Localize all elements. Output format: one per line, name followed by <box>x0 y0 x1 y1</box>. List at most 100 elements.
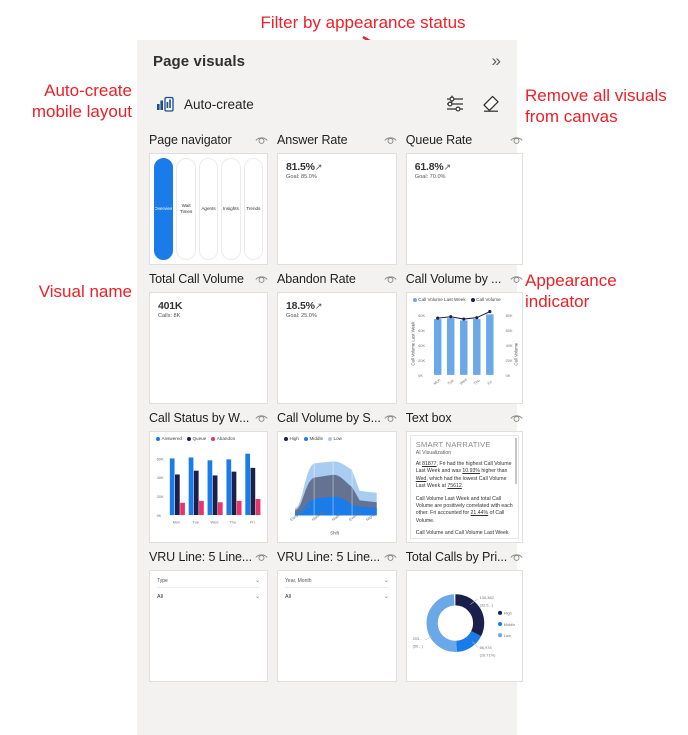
chevron-down-icon[interactable]: ⌄ <box>255 593 260 600</box>
visual-title: VRU Line: 5 Line... <box>149 550 253 564</box>
svg-text:Fri: Fri <box>486 379 493 386</box>
visual-title: Text box <box>405 411 452 425</box>
eraser-icon[interactable] <box>479 93 501 115</box>
chevron-down-icon[interactable]: ⌄ <box>384 577 389 584</box>
visual-card-page-navigator[interactable]: Page navigator Overview Wait Times Agent… <box>149 130 269 265</box>
visual-card-total-calls-by-priority[interactable]: Total Calls by Pri... 130,382 (32.5...) <box>405 547 524 682</box>
visual-card-total-call-volume[interactable]: Total Call Volume 401K Calls: 8K <box>149 269 269 404</box>
slicer-control[interactable]: Type ⌄ All ⌄ <box>150 571 267 606</box>
toolbar-right-group <box>444 93 501 115</box>
eye-visible-icon[interactable] <box>255 553 268 562</box>
combo-chart: Call Volume Last Week Call Volume 0K 20K… <box>410 310 518 386</box>
svg-text:40K: 40K <box>505 343 512 348</box>
eye-visible-icon[interactable] <box>255 414 268 423</box>
visual-card-call-status-by-weekday[interactable]: Call Status by W... Answered Queue Aband… <box>149 408 269 543</box>
eye-visible-icon[interactable] <box>510 275 523 284</box>
card-header: Call Volume by S... <box>277 408 397 428</box>
visual-card-queue-rate[interactable]: Queue Rate 61.8%↗ Goal: 70.0% <box>405 130 524 265</box>
svg-text:Low: Low <box>504 633 511 638</box>
svg-text:130,382: 130,382 <box>479 595 493 600</box>
visual-card-text-box[interactable]: Text box SMART NARRATIVE AI Visualizatio… <box>405 408 524 543</box>
visual-preview: 130,382 (32.5...) 66,978 (16.71%) 203...… <box>405 570 524 682</box>
visual-preview: 61.8%↗ Goal: 70.0% <box>405 153 524 265</box>
eye-visible-icon[interactable] <box>384 414 397 423</box>
narrative-paragraph-3: Call Volume and Call Volume Last Week <box>415 530 509 537</box>
visual-card-vru-slicer-type[interactable]: VRU Line: 5 Line... Type ⌄ All ⌄ <box>149 547 269 682</box>
mobile-chart-icon <box>157 96 174 112</box>
svg-text:Middle: Middle <box>504 622 515 627</box>
visual-preview: 401K Calls: 8K <box>149 292 269 404</box>
card-header: Call Volume by ... <box>406 269 523 289</box>
svg-text:Call Volume Last Week: Call Volume Last Week <box>410 321 415 366</box>
nav-tab-trends[interactable]: Trends <box>243 158 264 260</box>
nav-tab-wait-times[interactable]: Wait Times <box>176 158 196 260</box>
visual-preview: Overview Wait Times Agents Insights Tren… <box>149 153 269 265</box>
narrative-paragraph-2: Call Volume Last Week and total Call Vol… <box>415 495 513 524</box>
card-header: Answer Rate <box>277 130 397 150</box>
pane-header: Page visuals » <box>137 40 517 82</box>
auto-create-label: Auto-create <box>184 96 254 112</box>
chevron-down-icon[interactable]: ⌄ <box>255 577 260 584</box>
svg-text:0K: 0K <box>157 513 162 518</box>
smart-narrative-panel: SMART NARRATIVE AI Visualization At 8187… <box>409 435 520 539</box>
page-visuals-pane: Page visuals » Auto-create Page navigato… <box>137 40 524 735</box>
visual-card-answer-rate[interactable]: Answer Rate 81.5%↗ Goal: 85.0% <box>277 130 397 265</box>
svg-text:20K: 20K <box>418 358 425 363</box>
eye-visible-icon[interactable] <box>255 275 268 284</box>
visual-card-call-volume-by-day[interactable]: Call Volume by ... Call Volume Last Week… <box>405 269 524 404</box>
chevron-down-icon[interactable]: ⌄ <box>384 593 389 600</box>
eye-visible-icon[interactable] <box>510 553 523 562</box>
svg-text:66,978: 66,978 <box>479 645 491 650</box>
stacked-area-chart: Early Morning Morning Noon Evening Night… <box>289 461 377 536</box>
auto-create-button[interactable]: Auto-create <box>153 89 260 119</box>
slicer-selected-value[interactable]: All ⌄ <box>285 593 389 601</box>
svg-text:Thu: Thu <box>472 378 480 386</box>
eye-visible-icon[interactable] <box>510 414 523 423</box>
filter-sliders-icon[interactable] <box>444 93 466 115</box>
svg-text:Shift: Shift <box>330 531 340 536</box>
svg-text:Tue: Tue <box>192 520 199 525</box>
narrative-scrollbar[interactable] <box>515 438 518 484</box>
page-navigator-strip: Overview Wait Times Agents Insights Tren… <box>150 154 267 264</box>
kpi-block: 401K Calls: 8K <box>150 293 267 326</box>
kpi-block: 61.8%↗ Goal: 70.0% <box>407 154 522 187</box>
card-header: VRU Line: 5 Line... <box>277 547 397 567</box>
visual-preview: SMART NARRATIVE AI Visualization At 8187… <box>405 431 524 543</box>
visual-preview: 18.5%↗ Goal: 25.0% <box>277 292 397 404</box>
card-header: Total Calls by Pri... <box>406 547 523 567</box>
nav-tab-overview[interactable]: Overview <box>154 158 174 260</box>
visual-title: Page navigator <box>149 133 232 147</box>
visual-preview: 81.5%↗ Goal: 85.0% <box>277 153 397 265</box>
kpi-goal: Goal: 85.0% <box>286 174 317 180</box>
chevron-double-right-icon[interactable]: » <box>490 50 503 73</box>
visual-title: Abandon Rate <box>277 272 356 286</box>
visual-card-abandon-rate[interactable]: Abandon Rate 18.5%↗ Goal: 25.0% <box>277 269 397 404</box>
visual-title: Total Call Volume <box>149 272 244 286</box>
eye-visible-icon[interactable] <box>384 136 397 145</box>
card-header: Page navigator <box>149 130 268 150</box>
svg-text:Wed: Wed <box>458 377 467 386</box>
nav-tab-agents[interactable]: Agents <box>198 158 219 260</box>
visual-card-vru-slicer-year-month[interactable]: VRU Line: 5 Line... Year, Month ⌄ All ⌄ <box>277 547 397 682</box>
svg-text:0K: 0K <box>418 373 423 378</box>
eye-visible-icon[interactable] <box>384 275 397 284</box>
svg-text:203...: 203... <box>412 636 422 641</box>
slicer-control[interactable]: Year, Month ⌄ All ⌄ <box>278 571 396 606</box>
svg-text:Thu: Thu <box>229 520 236 525</box>
eye-visible-icon[interactable] <box>510 136 523 145</box>
visual-title: Call Volume by ... <box>405 272 502 286</box>
nav-tab-insights[interactable]: Insights <box>221 158 241 260</box>
svg-text:20K: 20K <box>157 494 164 499</box>
narrative-heading: SMART NARRATIVE <box>415 440 491 449</box>
eye-visible-icon[interactable] <box>255 136 268 145</box>
eye-visible-icon[interactable] <box>384 553 397 562</box>
visual-title: Call Volume by S... <box>277 411 381 425</box>
slicer-field-label: Type ⌄ <box>157 577 261 588</box>
svg-text:Wed: Wed <box>210 520 218 525</box>
kpi-value: 81.5%↗ <box>286 161 323 173</box>
slicer-selected-value[interactable]: All ⌄ <box>157 593 260 601</box>
svg-text:60K: 60K <box>418 328 425 333</box>
visual-card-call-volume-by-shift[interactable]: Call Volume by S... High Middle Low Earl… <box>277 408 397 543</box>
kpi-goal: Goal: 70.0% <box>414 174 446 180</box>
narrative-paragraph-1: At 81877, Fri had the highest Call Volum… <box>415 461 512 490</box>
